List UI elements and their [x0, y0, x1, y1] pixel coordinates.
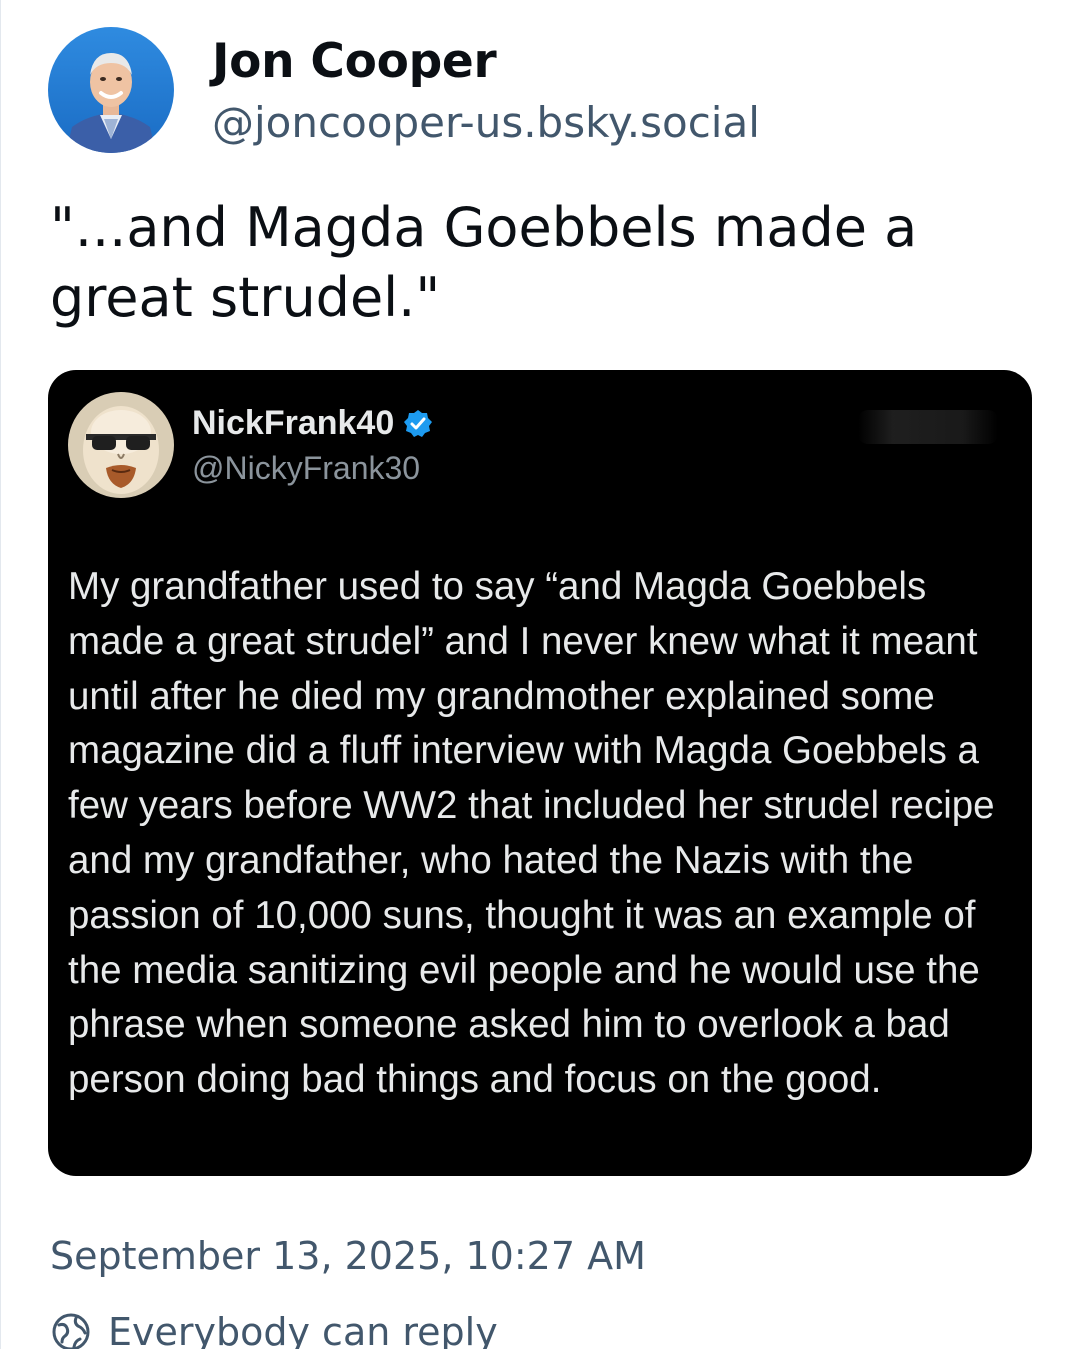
- quoted-handle: @NickyFrank30: [192, 450, 421, 486]
- profile-photo-icon: [48, 27, 174, 153]
- author-avatar[interactable]: [48, 27, 174, 153]
- cartoon-avatar-icon: [68, 392, 174, 498]
- quoted-avatar: [68, 392, 174, 498]
- author-display-name[interactable]: Jon Cooper: [212, 34, 497, 89]
- reply-settings[interactable]: Everybody can reply: [50, 1310, 498, 1349]
- reply-settings-label: Everybody can reply: [108, 1310, 498, 1349]
- post-timestamp[interactable]: September 13, 2025, 10:27 AM: [50, 1234, 646, 1278]
- quoted-display-name: NickFrank40: [192, 404, 395, 442]
- globe-icon: [50, 1311, 92, 1349]
- post-thread-view: Jon Cooper @joncooper-us.bsky.social "..…: [0, 0, 1080, 1349]
- quoted-post-image[interactable]: NickFrank40 @NickyFrank30 My grandfather…: [48, 370, 1032, 1176]
- obscured-region: [858, 410, 998, 444]
- verified-badge-icon: [402, 408, 434, 440]
- author-handle[interactable]: @joncooper-us.bsky.social: [212, 98, 760, 147]
- quoted-post-text: My grandfather used to say “and Magda Go…: [68, 565, 995, 1102]
- quoted-name-row: NickFrank40: [192, 404, 434, 443]
- left-border: [0, 0, 1, 1349]
- post-text: "...and Magda Goebbels made a great stru…: [50, 196, 918, 329]
